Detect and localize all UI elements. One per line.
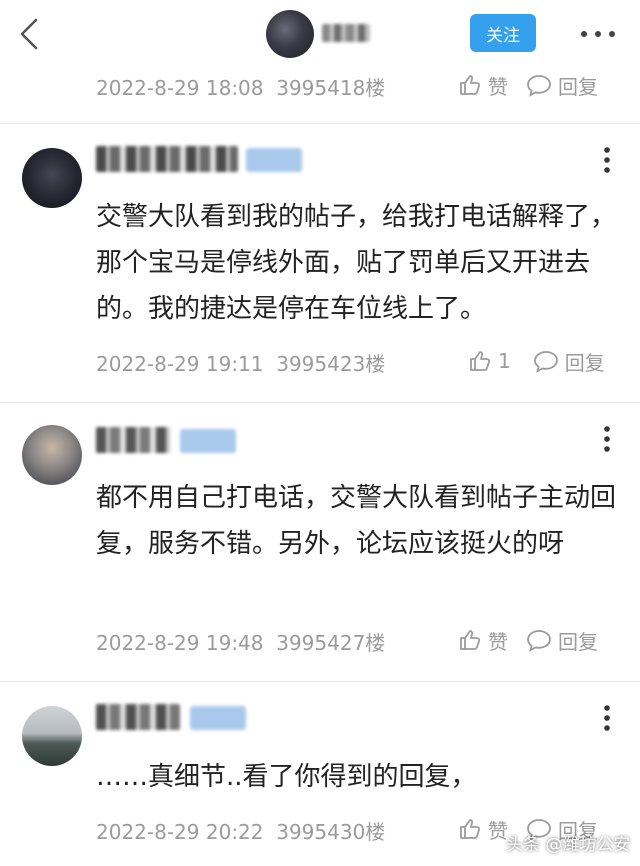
- thumb-up-icon: [460, 75, 481, 95]
- top-bar: 关注: [0, 0, 640, 70]
- user-badge: [246, 148, 302, 172]
- like-label: 赞: [488, 818, 508, 843]
- comment-actions: 1 回复: [468, 346, 605, 376]
- comment-meta: 2022-8-29 19:11 3995423楼: [96, 348, 385, 377]
- like-button[interactable]: 赞: [458, 71, 508, 100]
- comment-actions: 赞 回复: [458, 70, 598, 100]
- comment-meta: 2022-8-29 20:22 3995430楼: [96, 816, 385, 845]
- comment-date: 2022-8-29 20:22: [96, 820, 264, 844]
- reply-label: 回复: [564, 350, 605, 375]
- comment-text: ……真细节..看了你得到的回复，: [96, 762, 477, 792]
- comment-item: 交警大队看到我的帖子，给我打电话解释了，那个宝马是停线外面，贴了罚单后又开进去的…: [0, 124, 640, 402]
- thumb-up-icon: [460, 819, 481, 839]
- comment-floor: 3995427楼: [276, 631, 386, 655]
- like-label: 赞: [488, 629, 508, 654]
- reply-button[interactable]: 回复: [526, 71, 598, 100]
- comment-item: 都不用自己打电话，交警大队看到帖子主动回复，服务不错。另外，论坛应该挺火的呀 2…: [0, 403, 640, 681]
- comment-actions: 赞 回复: [458, 625, 598, 655]
- back-arrow-icon[interactable]: [14, 16, 48, 52]
- reply-bubble-icon: [533, 351, 558, 373]
- user-badge: [190, 706, 246, 730]
- comment-date: 2022-8-29 19:48: [96, 631, 264, 655]
- reply-bubble-icon: [527, 75, 551, 97]
- avatar[interactable]: [22, 148, 82, 208]
- vertical-dots-icon[interactable]: [598, 425, 616, 453]
- comment-floor: 3995423楼: [276, 352, 386, 376]
- comment-date: 2022-8-29 18:08: [96, 76, 264, 100]
- thumb-up-icon: [460, 630, 481, 650]
- avatar[interactable]: [22, 425, 82, 485]
- comment-date: 2022-8-29 19:11: [96, 352, 264, 376]
- vertical-dots-icon[interactable]: [598, 146, 616, 174]
- like-button[interactable]: 1: [468, 349, 511, 373]
- reply-button[interactable]: 回复: [533, 347, 605, 376]
- reply-label: 回复: [558, 74, 598, 99]
- author-name-blurred: [322, 24, 370, 42]
- username-blurred: [96, 704, 180, 730]
- comment-meta: 2022-8-29 18:08 3995418楼: [96, 72, 385, 101]
- user-badge: [180, 429, 236, 453]
- comment-meta: 2022-8-29 19:48 3995427楼: [96, 627, 385, 656]
- reply-label: 回复: [558, 629, 598, 654]
- thumb-up-icon: [470, 351, 491, 371]
- comment-floor: 3995430楼: [276, 820, 386, 844]
- like-label: 赞: [488, 74, 508, 99]
- watermark: 头条 @潍坊公安: [506, 835, 631, 855]
- username-blurred: [96, 427, 170, 453]
- reply-bubble-icon: [527, 630, 551, 652]
- author-avatar[interactable]: [266, 10, 314, 58]
- more-dots-icon[interactable]: [578, 26, 618, 42]
- follow-button[interactable]: 关注: [470, 14, 536, 52]
- reply-button[interactable]: 回复: [526, 626, 598, 655]
- vertical-dots-icon[interactable]: [598, 704, 616, 732]
- comment-text: 都不用自己打电话，交警大队看到帖子主动回复，服务不错。另外，论坛应该挺火的呀: [96, 483, 617, 559]
- comment-text: 交警大队看到我的帖子，给我打电话解释了，那个宝马是停线外面，贴了罚单后又开进去的…: [96, 202, 617, 324]
- like-button[interactable]: 赞: [458, 626, 508, 655]
- like-count: 1: [498, 349, 511, 373]
- like-button[interactable]: 赞: [458, 815, 508, 844]
- username-blurred: [96, 146, 238, 172]
- comment-floor: 3995418楼: [276, 76, 386, 100]
- avatar[interactable]: [22, 706, 82, 766]
